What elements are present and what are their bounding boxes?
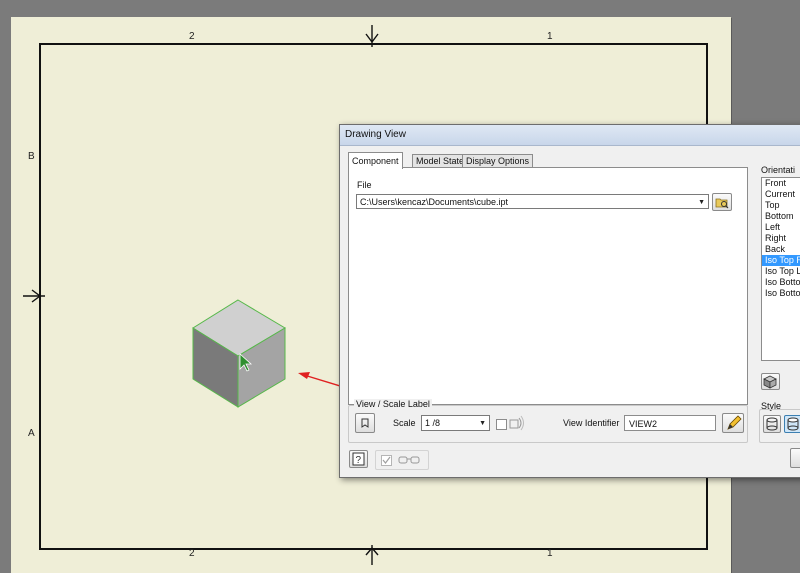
component-tab-panel: File C:\Users\kencaz\Documents\cube.ipt … <box>348 167 748 405</box>
tab-component[interactable]: Component <box>348 152 403 169</box>
view-identifier-input[interactable]: VIEW2 <box>624 415 716 431</box>
svg-text:?: ? <box>356 455 362 466</box>
drawing-view-dialog: Drawing View Component Model State Displ… <box>339 124 800 478</box>
scale-visibility-checkbox[interactable] <box>496 419 507 430</box>
zone-label-left-b: B <box>28 151 35 162</box>
orientation-item[interactable]: Left <box>762 222 800 233</box>
center-mark-top-icon <box>365 25 379 47</box>
cylinder-icon <box>787 417 799 431</box>
preview-checkbox[interactable] <box>381 455 392 466</box>
cube-preview[interactable] <box>190 297 290 411</box>
orientation-item[interactable]: Iso Top R <box>762 255 800 266</box>
orientation-item[interactable]: Back <box>762 244 800 255</box>
orientation-list[interactable]: Front Current Top Bottom Left Right Back Iso To… <box>761 177 800 361</box>
center-mark-left-icon <box>23 289 45 303</box>
orientation-item[interactable]: Current <box>762 189 800 200</box>
file-label: File <box>357 180 372 190</box>
tab-model-state[interactable]: Model State <box>412 154 469 168</box>
style-hidden-line-button[interactable] <box>763 415 781 433</box>
view-identifier-label: View Identifier <box>563 418 620 428</box>
zone-label-top-1: 1 <box>547 31 553 42</box>
chevron-down-icon[interactable]: ▼ <box>479 416 486 430</box>
zone-label-left-a: A <box>28 428 35 439</box>
scale-label: Scale <box>393 418 416 428</box>
style-shaded-button[interactable] <box>784 415 800 433</box>
label-settings-button[interactable] <box>355 413 375 433</box>
view-cube-icon <box>763 375 777 389</box>
zone-label-top-2: 2 <box>189 31 195 42</box>
orientation-item[interactable]: Bottom <box>762 211 800 222</box>
orientation-item[interactable]: Iso Botto <box>762 277 800 288</box>
orientation-item[interactable]: Front <box>762 178 800 189</box>
glasses-icon <box>398 456 420 464</box>
dialog-title: Drawing View <box>340 125 800 146</box>
chevron-down-icon[interactable]: ▼ <box>698 195 705 208</box>
pencil-icon <box>727 415 742 430</box>
scale-combo[interactable]: 1 /8 ▼ <box>421 415 490 431</box>
zone-label-bottom-1: 1 <box>547 548 553 559</box>
visibility-toggle-icon[interactable] <box>508 414 526 432</box>
help-button[interactable]: ? <box>349 450 368 468</box>
edit-view-label-button[interactable] <box>722 413 744 433</box>
cylinder-icon <box>766 417 778 431</box>
folder-icon <box>715 198 729 209</box>
orientation-item[interactable]: Iso Botto <box>762 288 800 299</box>
center-mark-bottom-icon <box>365 545 379 565</box>
help-icon: ? <box>352 452 365 466</box>
file-combo[interactable]: C:\Users\kencaz\Documents\cube.ipt ▼ <box>356 194 709 209</box>
check-icon <box>382 456 391 464</box>
ok-button[interactable] <box>790 448 800 468</box>
custom-view-button[interactable] <box>761 373 780 390</box>
label-icon <box>361 418 369 428</box>
orientation-label: Orientati <box>761 165 796 175</box>
orientation-item[interactable]: Iso Top L <box>762 266 800 277</box>
view-scale-label-title: View / Scale Label <box>354 399 432 409</box>
tab-display-options[interactable]: Display Options <box>462 154 534 168</box>
orientation-item[interactable]: Right <box>762 233 800 244</box>
scale-value: 1 /8 <box>425 418 441 428</box>
preview-options <box>375 450 429 470</box>
orientation-item[interactable]: Top <box>762 200 800 211</box>
open-file-button[interactable] <box>712 193 732 211</box>
zone-label-bottom-2: 2 <box>189 548 195 559</box>
file-path-value: C:\Users\kencaz\Documents\cube.ipt <box>360 197 509 207</box>
